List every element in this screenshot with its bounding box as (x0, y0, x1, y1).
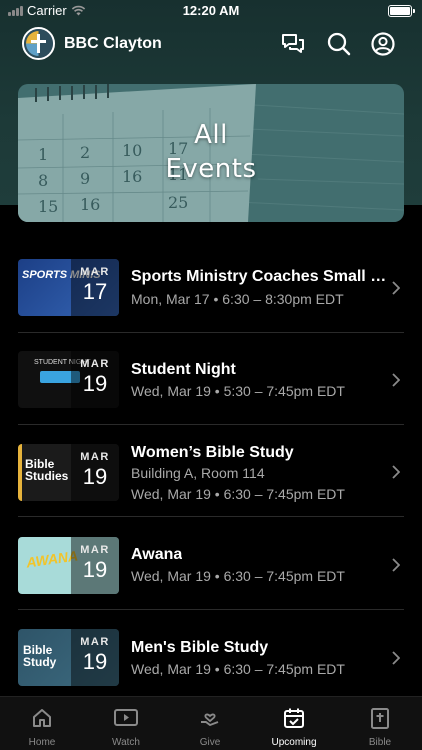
thumbnail-text: Bible Study (23, 643, 57, 669)
event-month: MAR (80, 358, 110, 370)
event-day: 19 (82, 464, 108, 489)
event-month: MAR (80, 636, 110, 648)
tab-bible[interactable]: Bible (338, 697, 422, 750)
event-date-badge: MAR 19 (71, 629, 119, 686)
event-thumbnail: AWANA MAR 19 (18, 537, 119, 594)
status-bar: Carrier 12:20 AM (0, 0, 422, 22)
tab-label: Watch (112, 737, 140, 748)
event-month: MAR (80, 544, 110, 556)
play-icon (114, 709, 138, 726)
event-title: Women’s Bible Study (131, 444, 294, 461)
event-datetime: Wed, Mar 19 • 6:30 – 7:45pm EDT (131, 568, 345, 584)
tab-watch[interactable]: Watch (84, 697, 168, 750)
tab-label: Home (28, 737, 56, 748)
event-title: Sports Ministry Coaches Small Group (131, 268, 389, 285)
event-item[interactable]: AWANA MAR 19 Awana Wed, Mar 19 • 6:30 – … (0, 518, 422, 610)
event-thumbnail: Bible Study MAR 19 (18, 629, 119, 686)
event-title: Men's Bible Study (131, 639, 269, 656)
event-day: 19 (82, 371, 108, 396)
tab-label: Give (199, 737, 221, 748)
event-item[interactable]: Bible Study MAR 19 Men's Bible Study Wed… (0, 611, 422, 703)
event-item[interactable]: SPORTS MINIS MAR 17 Sports Ministry Coac… (0, 241, 422, 333)
all-events-banner[interactable]: 182 9 10 16 17 11 15 16 25 All Events (18, 84, 404, 222)
give-icon (201, 713, 219, 726)
event-item[interactable]: STUDENT NIGHT MAR 19 Student Night Wed, … (0, 333, 422, 425)
event-title: Student Night (131, 361, 236, 378)
logo-cross-icon (24, 29, 53, 58)
home-icon (33, 709, 51, 727)
event-day: 19 (82, 649, 108, 674)
tab-home[interactable]: Home (0, 697, 84, 750)
profile-icon[interactable] (370, 31, 396, 57)
event-day: 19 (82, 557, 108, 582)
tab-label: Upcoming (271, 737, 317, 748)
church-logo[interactable] (22, 27, 55, 60)
event-datetime: Wed, Mar 19 • 6:30 – 7:45pm EDT (131, 661, 345, 677)
event-date-badge: MAR 19 (71, 537, 119, 594)
event-month: MAR (80, 451, 110, 463)
event-datetime: Wed, Mar 19 • 5:30 – 7:45pm EDT (131, 383, 345, 399)
event-datetime: Wed, Mar 19 • 6:30 – 7:45pm EDT (131, 486, 345, 502)
banner-title-line1: All (194, 120, 228, 150)
event-day: 17 (82, 279, 108, 304)
chevron-right-icon (392, 558, 400, 572)
event-item[interactable]: Bible Studies MAR 19 Women’s Bible Study… (0, 425, 422, 517)
chevron-right-icon (392, 465, 400, 479)
tab-bar: Home Watch Give Upcoming Bible (0, 696, 422, 750)
battery-icon (388, 5, 415, 17)
event-date-badge: MAR 19 (71, 444, 119, 501)
event-location: Building A, Room 114 (131, 465, 265, 481)
chevron-right-icon (392, 281, 400, 295)
tab-label: Bible (368, 737, 392, 748)
divider (18, 609, 404, 610)
tab-upcoming[interactable]: Upcoming (252, 697, 336, 750)
app-header: BBC Clayton (0, 26, 422, 62)
chat-icon[interactable] (280, 31, 306, 57)
event-thumbnail: SPORTS MINIS MAR 17 (18, 259, 119, 316)
bible-icon (371, 708, 389, 729)
thumbnail-text: Bible Studies (25, 457, 69, 483)
chevron-right-icon (392, 373, 400, 387)
app-title: BBC Clayton (64, 35, 162, 52)
event-title: Awana (131, 546, 183, 563)
status-time: 12:20 AM (182, 3, 240, 18)
calendar-icon (284, 708, 304, 728)
event-thumbnail: Bible Studies MAR 19 (18, 444, 119, 501)
chevron-right-icon (392, 651, 400, 665)
divider (18, 516, 404, 517)
banner-title: All Events (18, 118, 404, 186)
event-month: MAR (80, 266, 110, 278)
tab-give[interactable]: Give (168, 697, 252, 750)
event-date-badge: MAR 19 (71, 351, 119, 408)
event-thumbnail: STUDENT NIGHT MAR 19 (18, 351, 119, 408)
thumbnail-accent (18, 444, 22, 501)
event-date-badge: MAR 17 (71, 259, 119, 316)
banner-title-line2: Events (165, 154, 257, 184)
search-icon[interactable] (326, 31, 352, 57)
event-datetime: Mon, Mar 17 • 6:30 – 8:30pm EDT (131, 291, 344, 307)
